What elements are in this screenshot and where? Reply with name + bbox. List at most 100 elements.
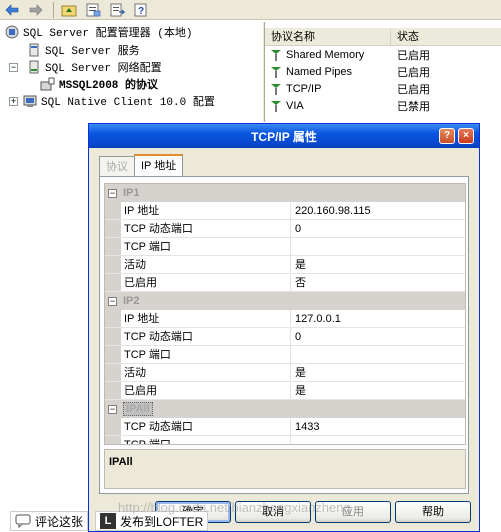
property-value[interactable]: 是 xyxy=(291,364,465,381)
expand-toggle[interactable]: + xyxy=(9,97,18,106)
group-collapse-toggle[interactable]: − xyxy=(108,404,117,414)
comment-icon xyxy=(15,514,31,528)
comment-button[interactable]: 评论这张 xyxy=(10,511,89,531)
row-gutter xyxy=(105,310,121,327)
protocols-icon xyxy=(40,76,56,92)
tree-item-network-config[interactable]: SQL Server 网络配置 xyxy=(26,59,162,75)
row-gutter xyxy=(105,328,121,345)
property-grid: − IP1 IP 地址 220.160.98.115 TCP 动态端口 0 TCP 端口 活动… xyxy=(104,183,466,445)
protocol-icon xyxy=(269,48,283,62)
tree-item-mssql-protocols[interactable]: MSSQL2008 的协议 xyxy=(40,76,158,92)
row-gutter xyxy=(105,274,121,291)
property-value[interactable] xyxy=(291,436,465,444)
row-gutter xyxy=(105,418,121,435)
property-row[interactable]: 活动是 xyxy=(105,364,465,382)
column-header-name[interactable]: 协议名称 xyxy=(265,28,391,45)
row-gutter xyxy=(105,238,121,255)
lofter-icon: L xyxy=(100,513,116,529)
property-name: 活动 xyxy=(121,256,291,273)
protocol-name: Named Pipes xyxy=(286,65,353,78)
tab-ip-address[interactable]: IP 地址 xyxy=(134,154,184,176)
property-row[interactable]: 已启用否 xyxy=(105,274,465,292)
row-gutter xyxy=(105,436,121,444)
help-title-button[interactable]: ? xyxy=(439,128,455,144)
list-item[interactable]: Shared Memory 已启用 xyxy=(265,46,501,63)
row-gutter xyxy=(105,364,121,381)
back-icon[interactable] xyxy=(3,2,21,18)
forward-icon[interactable] xyxy=(27,2,45,18)
property-name: TCP 动态端口 xyxy=(121,220,291,237)
native-client-icon xyxy=(22,93,38,109)
property-value[interactable]: 否 xyxy=(291,274,465,291)
row-gutter xyxy=(105,256,121,273)
property-row[interactable]: 活动是 xyxy=(105,256,465,274)
protocol-icon xyxy=(269,99,283,113)
property-value[interactable]: 0 xyxy=(291,220,465,237)
group-collapse-toggle[interactable]: − xyxy=(108,188,117,198)
tree-root[interactable]: SQL Server 配置管理器 (本地) xyxy=(4,24,192,40)
group-collapse-toggle[interactable]: − xyxy=(108,296,117,306)
property-value[interactable] xyxy=(291,346,465,363)
up-folder-icon[interactable] xyxy=(60,2,78,18)
tab-protocol[interactable]: 协议 xyxy=(99,156,135,176)
property-name: 已启用 xyxy=(121,274,291,291)
property-row[interactable]: IP 地址 220.160.98.115 xyxy=(105,202,465,220)
toolbar: ? xyxy=(0,0,501,20)
list-item[interactable]: Named Pipes 已启用 xyxy=(265,63,501,80)
tab-panel: − IP1 IP 地址 220.160.98.115 TCP 动态端口 0 TCP 端口 活动… xyxy=(99,176,469,494)
property-row[interactable]: IP 地址 127.0.0.1 xyxy=(105,310,465,328)
property-group[interactable]: − IP2 xyxy=(105,292,465,310)
list-item[interactable]: TCP/IP 已启用 xyxy=(265,80,501,97)
lofter-label: 发布到LOFTER xyxy=(120,514,204,529)
list-item[interactable]: VIA 已禁用 xyxy=(265,97,501,114)
property-value[interactable]: 220.160.98.115 xyxy=(291,202,465,219)
property-name: TCP 动态端口 xyxy=(121,418,291,435)
tree-item-label: SQL Server 服务 xyxy=(45,46,140,58)
protocol-name: TCP/IP xyxy=(286,82,322,95)
tree-item-label: SQL Native Client 10.0 配置 xyxy=(41,97,215,109)
property-value[interactable]: 0 xyxy=(291,328,465,345)
property-group[interactable]: − IPAll xyxy=(105,400,465,418)
row-gutter xyxy=(105,346,121,363)
svg-text:?: ? xyxy=(138,6,144,17)
protocol-name: Shared Memory xyxy=(286,48,365,61)
row-gutter xyxy=(105,202,121,219)
protocol-status: 已启用 xyxy=(397,49,430,62)
property-row[interactable]: TCP 动态端口 1433 xyxy=(105,418,465,436)
property-name: IP 地址 xyxy=(121,310,291,327)
export-list-icon[interactable] xyxy=(108,2,126,18)
column-header-status[interactable]: 状态 xyxy=(391,28,501,45)
property-name: 活动 xyxy=(121,364,291,381)
property-row[interactable]: 已启用是 xyxy=(105,382,465,400)
property-value[interactable]: 是 xyxy=(291,382,465,399)
help-icon[interactable]: ? xyxy=(132,2,150,18)
group-name: IPAll xyxy=(123,402,153,416)
dialog-titlebar[interactable]: TCP/IP 属性 ? × xyxy=(89,124,479,148)
dialog-title: TCP/IP 属性 xyxy=(251,129,317,144)
property-row[interactable]: TCP 端口 xyxy=(105,436,465,444)
properties-icon[interactable] xyxy=(84,2,102,18)
property-row[interactable]: TCP 端口 xyxy=(105,238,465,256)
services-icon xyxy=(26,42,42,58)
property-row[interactable]: TCP 动态端口 0 xyxy=(105,220,465,238)
watermark: http://blog.csdn.net/bianzhengxianzheng xyxy=(118,500,351,515)
collapse-toggle[interactable]: − xyxy=(9,63,18,72)
group-name: IP1 xyxy=(123,187,140,199)
property-value[interactable]: 是 xyxy=(291,256,465,273)
property-name: TCP 端口 xyxy=(121,238,291,255)
protocol-name: VIA xyxy=(286,99,304,112)
property-value[interactable]: 1433 xyxy=(291,418,465,435)
property-name: TCP 动态端口 xyxy=(121,328,291,345)
property-value[interactable] xyxy=(291,238,465,255)
close-button[interactable]: × xyxy=(458,128,474,144)
group-name: IP2 xyxy=(123,295,140,307)
tree-item-native-client[interactable]: SQL Native Client 10.0 配置 xyxy=(22,93,215,109)
row-gutter xyxy=(105,382,121,399)
property-row[interactable]: TCP 动态端口 0 xyxy=(105,328,465,346)
property-group[interactable]: − IP1 xyxy=(105,184,465,202)
property-value[interactable]: 127.0.0.1 xyxy=(291,310,465,327)
description-panel: IPAll xyxy=(104,449,466,489)
protocol-icon xyxy=(269,82,283,96)
property-row[interactable]: TCP 端口 xyxy=(105,346,465,364)
tree-item-services[interactable]: SQL Server 服务 xyxy=(26,42,140,58)
